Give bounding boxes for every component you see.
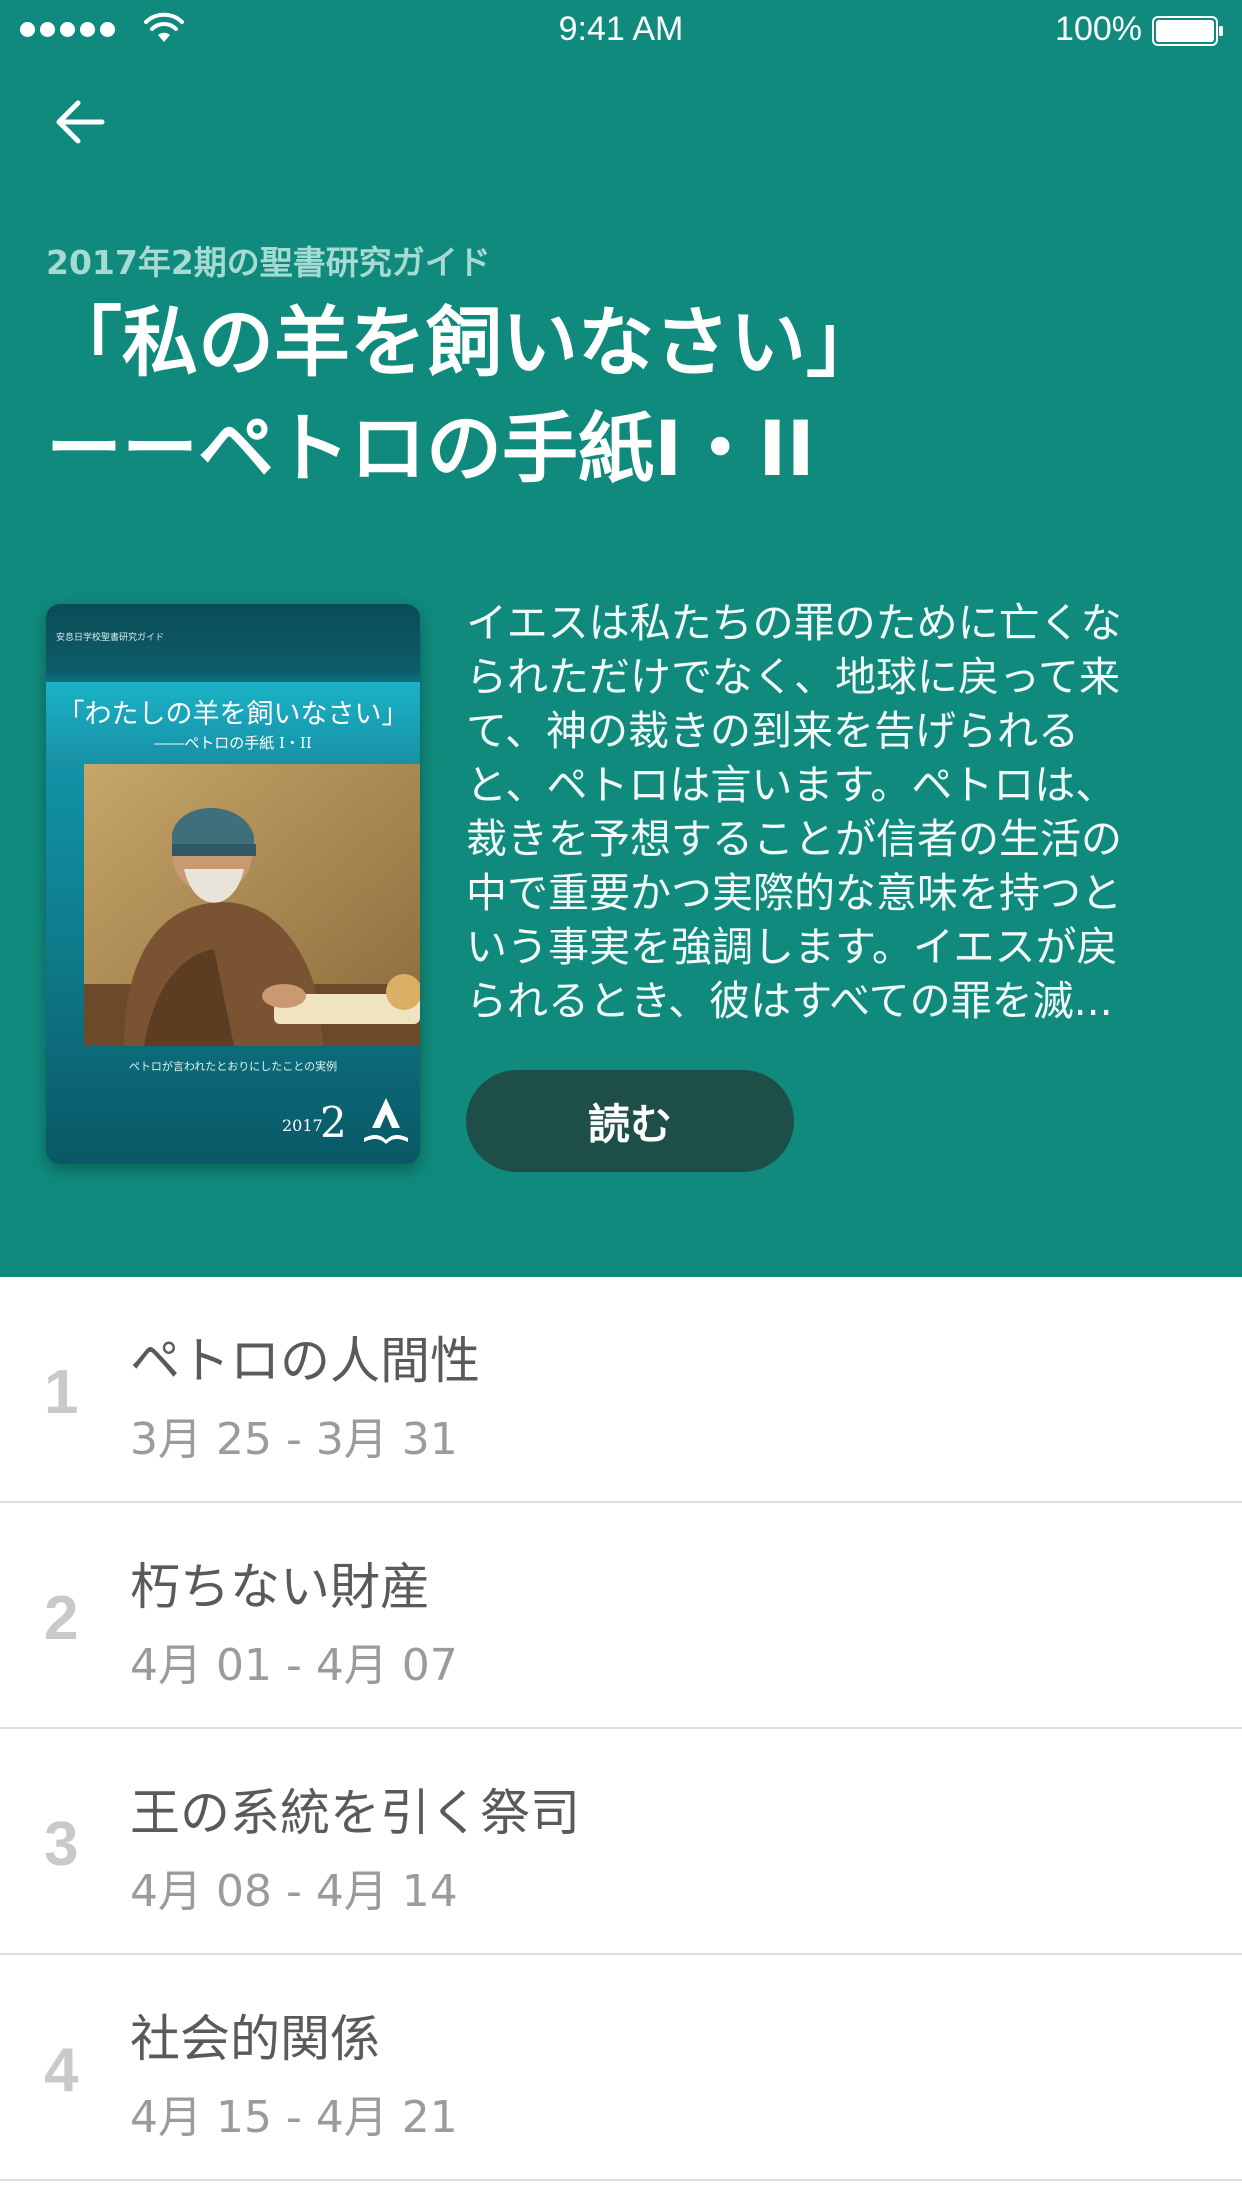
description-line: られただけでなく、地球に戻って来: [466, 653, 1120, 701]
cover-subtitle: ――ペトロの手紙 I・II: [154, 734, 312, 752]
battery-icon: [1152, 16, 1223, 46]
arrow-left-icon[interactable]: [52, 94, 108, 150]
lesson-title: 社会的関係: [130, 2010, 380, 2068]
lesson-number: 4: [44, 2036, 79, 2105]
lesson-item[interactable]: 3 王の系統を引く祭司 4月 08 - 4月 14: [0, 1729, 1242, 1955]
lesson-number: 1: [44, 1358, 79, 1427]
lesson-title: ペトロの人間性: [130, 1332, 480, 1390]
quarterly-description: イエスは私たちの罪のために亡くな られただけでなく、地球に戻って来 て、神の裁き…: [466, 596, 1196, 1028]
lesson-item[interactable]: 4 社会的関係 4月 15 - 4月 21: [0, 1955, 1242, 2181]
description-line: られるとき、彼はすべての罪を滅...: [466, 977, 1113, 1025]
status-bar: 9:41 AM 100%: [0, 0, 1242, 60]
lesson-number: 2: [44, 1584, 79, 1653]
cover-title: 「わたしの羊を飼いなさい」: [57, 699, 409, 730]
cover-image: 安息日学校聖書研究ガイド 「わたしの羊を飼いなさい」 ――ペトロの手紙 I・II: [46, 604, 420, 1164]
lesson-title: 王の系統を引く祭司: [130, 1784, 580, 1842]
description-line: いう事実を強調します。イエスが戻: [466, 923, 1118, 971]
lesson-date: 4月 01 - 4月 07: [130, 1640, 458, 1691]
battery-percentage: 100%: [1055, 10, 1142, 48]
lesson-item[interactable]: 2 朽ちない財産 4月 01 - 4月 07: [0, 1503, 1242, 1729]
quarterly-header: 9:41 AM 100% 2017年2期の聖書研究ガイド 「私の羊を飼いなさい」…: [0, 0, 1242, 1277]
lesson-item[interactable]: 1 ペトロの人間性 3月 25 - 3月 31: [0, 1277, 1242, 1503]
description-line: イエスは私たちの罪のために亡くな: [466, 599, 1122, 647]
lesson-date: 4月 08 - 4月 14: [130, 1866, 458, 1917]
lesson-list: 1 ペトロの人間性 3月 25 - 3月 31 2 朽ちない財産 4月 01 -…: [0, 1277, 1242, 2181]
description-line: て、神の裁きの到来を告げられる: [466, 707, 1079, 755]
cover-year: 2017: [282, 1116, 323, 1135]
cover-top-label: 安息日学校聖書研究ガイド: [56, 633, 165, 643]
description-line: と、ペトロは言います。ペトロは、: [466, 761, 1117, 809]
church-logo-icon: [364, 1098, 408, 1144]
quarterly-subtitle: 2017年2期の聖書研究ガイド: [46, 243, 491, 282]
description-line: 裁きを予想することが信者の生活の: [466, 815, 1122, 863]
read-button[interactable]: 読む: [466, 1070, 794, 1172]
quarterly-title: 「私の羊を飼いなさい」 ーーペトロの手紙I・II: [46, 290, 1196, 502]
lesson-date: 3月 25 - 3月 31: [130, 1414, 458, 1465]
lesson-title: 朽ちない財産: [130, 1558, 430, 1616]
title-line: 「私の羊を飼いなさい」: [46, 298, 882, 387]
cover-quarter: 2: [320, 1098, 347, 1147]
title-line: ーーペトロの手紙I・II: [46, 404, 815, 493]
description-line: 中で重要かつ実際的な意味を持つと: [466, 869, 1122, 917]
lesson-date: 4月 15 - 4月 21: [130, 2092, 458, 2143]
cover-caption: ペトロが言われたとおりにしたことの実例: [128, 1060, 338, 1073]
cover-painting: [84, 764, 420, 1046]
lesson-number: 3: [44, 1810, 79, 1879]
